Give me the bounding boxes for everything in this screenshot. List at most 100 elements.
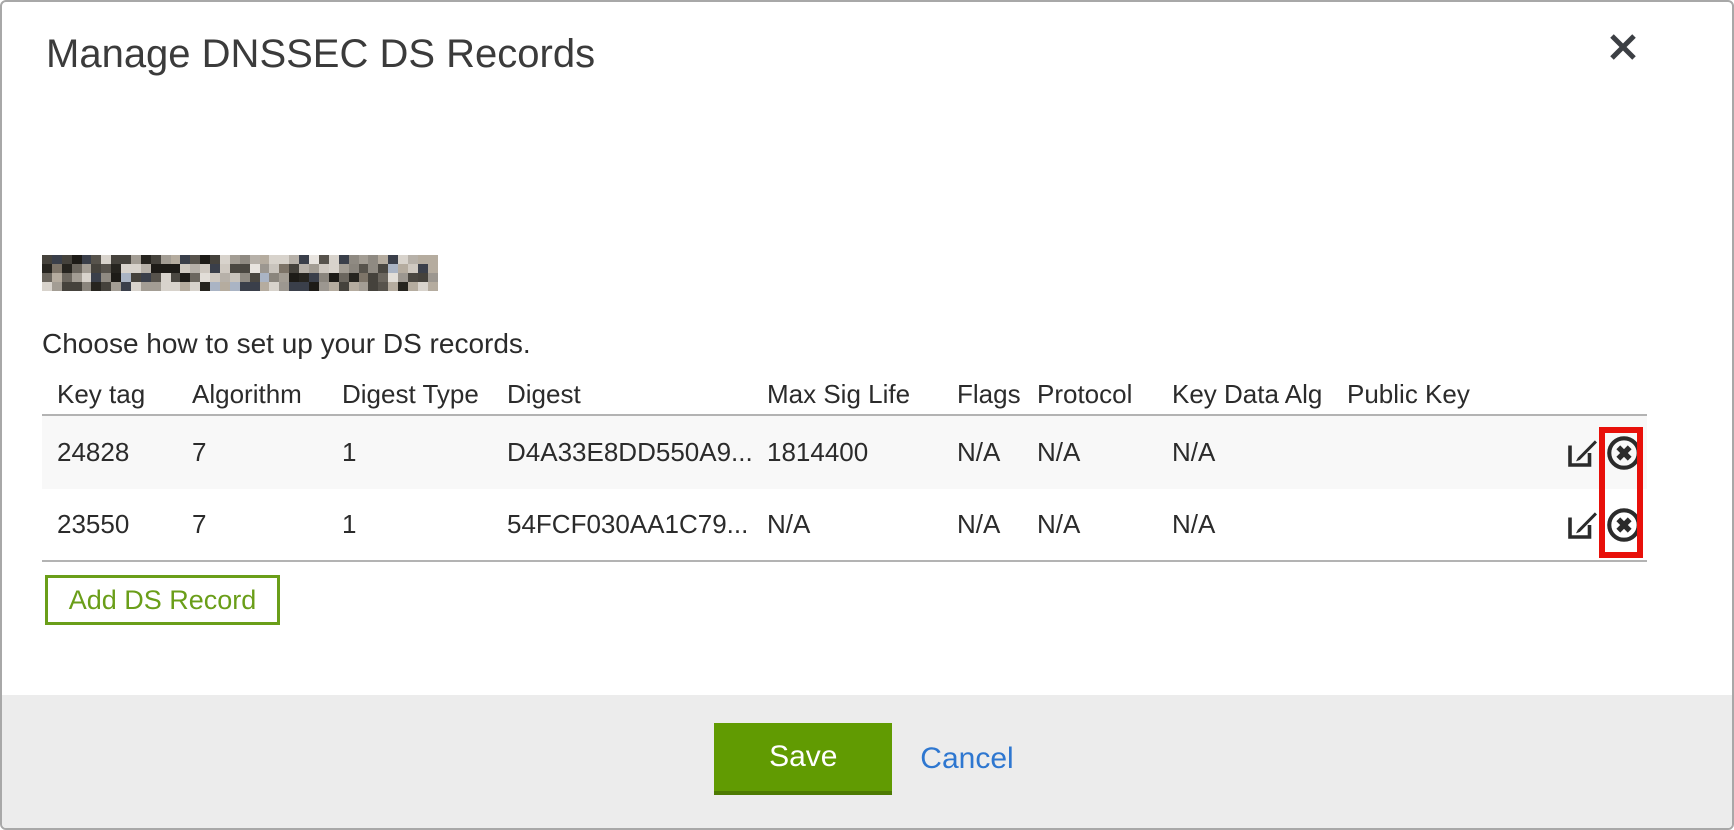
mosaic-pixel [72, 282, 82, 291]
column-header-digest: Digest [492, 379, 752, 410]
mosaic-pixel [368, 282, 378, 291]
mosaic-pixel [289, 264, 299, 273]
mosaic-pixel [368, 264, 378, 273]
mosaic-pixel [339, 273, 349, 282]
mosaic-pixel [289, 273, 299, 282]
cell-protocol: N/A [1022, 437, 1157, 468]
mosaic-pixel [52, 282, 62, 291]
close-icon[interactable] [1606, 30, 1640, 64]
row-actions [1542, 434, 1647, 472]
cell-flags: N/A [942, 509, 1022, 540]
mosaic-pixel [240, 273, 250, 282]
mosaic-pixel [329, 264, 339, 273]
mosaic-pixel [171, 282, 181, 291]
mosaic-pixel [141, 282, 151, 291]
mosaic-pixel [398, 273, 408, 282]
mosaic-pixel [230, 273, 240, 282]
mosaic-pixel [62, 255, 72, 264]
table-header-row: Key tag Algorithm Digest Type Digest Max… [42, 374, 1647, 416]
mosaic-pixel [42, 255, 52, 264]
mosaic-pixel [408, 282, 418, 291]
mosaic-pixel [309, 282, 319, 291]
column-header-max-sig-life: Max Sig Life [752, 379, 942, 410]
mosaic-pixel [200, 282, 210, 291]
mosaic-pixel [151, 264, 161, 273]
mosaic-pixel [62, 282, 72, 291]
mosaic-pixel [141, 255, 151, 264]
cell-key-data-alg: N/A [1157, 509, 1332, 540]
mosaic-pixel [339, 264, 349, 273]
mosaic-pixel [250, 255, 260, 264]
mosaic-pixel [319, 264, 329, 273]
delete-x-circle-icon[interactable] [1605, 434, 1643, 472]
cell-max-sig-life: N/A [752, 509, 942, 540]
mosaic-pixel [299, 282, 309, 291]
edit-pencil-icon[interactable] [1564, 507, 1600, 543]
mosaic-pixel [190, 282, 200, 291]
mosaic-pixel [141, 273, 151, 282]
mosaic-pixel [220, 264, 230, 273]
cell-algorithm: 7 [177, 509, 327, 540]
mosaic-pixel [349, 273, 359, 282]
mosaic-pixel [82, 255, 92, 264]
edit-pencil-icon[interactable] [1564, 435, 1600, 471]
mosaic-pixel [91, 282, 101, 291]
mosaic-pixel [269, 255, 279, 264]
mosaic-pixel [240, 282, 250, 291]
mosaic-pixel [240, 264, 250, 273]
mosaic-pixel [200, 255, 210, 264]
delete-x-circle-icon[interactable] [1605, 506, 1643, 544]
mosaic-pixel [82, 273, 92, 282]
cell-key-tag: 24828 [42, 437, 177, 468]
column-header-protocol: Protocol [1022, 379, 1157, 410]
mosaic-pixel [161, 255, 171, 264]
mosaic-pixel [408, 264, 418, 273]
mosaic-pixel [101, 273, 111, 282]
mosaic-pixel [121, 264, 131, 273]
mosaic-pixel [269, 273, 279, 282]
mosaic-pixel [121, 273, 131, 282]
mosaic-pixel [319, 255, 329, 264]
mosaic-pixel [398, 264, 408, 273]
mosaic-pixel [299, 264, 309, 273]
redacted-domain-name [42, 255, 438, 291]
column-header-key-tag: Key tag [42, 379, 177, 410]
mosaic-pixel [141, 264, 151, 273]
mosaic-pixel [418, 264, 428, 273]
close-x-glyph [1606, 30, 1640, 64]
mosaic-pixel [131, 255, 141, 264]
mosaic-pixel [72, 255, 82, 264]
mosaic-pixel [111, 273, 121, 282]
mosaic-pixel [180, 264, 190, 273]
mosaic-pixel [151, 255, 161, 264]
mosaic-pixel [190, 273, 200, 282]
mosaic-pixel [200, 264, 210, 273]
mosaic-pixel [210, 264, 220, 273]
mosaic-pixel [161, 264, 171, 273]
cancel-link[interactable]: Cancel [914, 723, 1019, 795]
mosaic-pixel [161, 273, 171, 282]
mosaic-pixel [72, 273, 82, 282]
cell-flags: N/A [942, 437, 1022, 468]
mosaic-pixel [378, 255, 388, 264]
mosaic-pixel [42, 282, 52, 291]
mosaic-pixel [180, 282, 190, 291]
mosaic-pixel [131, 264, 141, 273]
mosaic-pixel [171, 255, 181, 264]
mosaic-pixel [329, 255, 339, 264]
table-row: 23550 7 1 54FCF030AA1C79... N/A N/A N/A … [42, 489, 1647, 562]
mosaic-pixel [190, 255, 200, 264]
mosaic-pixel [349, 255, 359, 264]
mosaic-pixel [319, 273, 329, 282]
save-button[interactable]: Save [714, 723, 892, 795]
mosaic-pixel [220, 282, 230, 291]
mosaic-pixel [279, 273, 289, 282]
add-ds-record-button[interactable]: Add DS Record [45, 575, 280, 625]
mosaic-pixel [42, 264, 52, 273]
mosaic-pixel [309, 264, 319, 273]
mosaic-pixel [111, 264, 121, 273]
mosaic-pixel [111, 282, 121, 291]
mosaic-pixel [91, 273, 101, 282]
mosaic-pixel [279, 282, 289, 291]
mosaic-pixel [309, 255, 319, 264]
